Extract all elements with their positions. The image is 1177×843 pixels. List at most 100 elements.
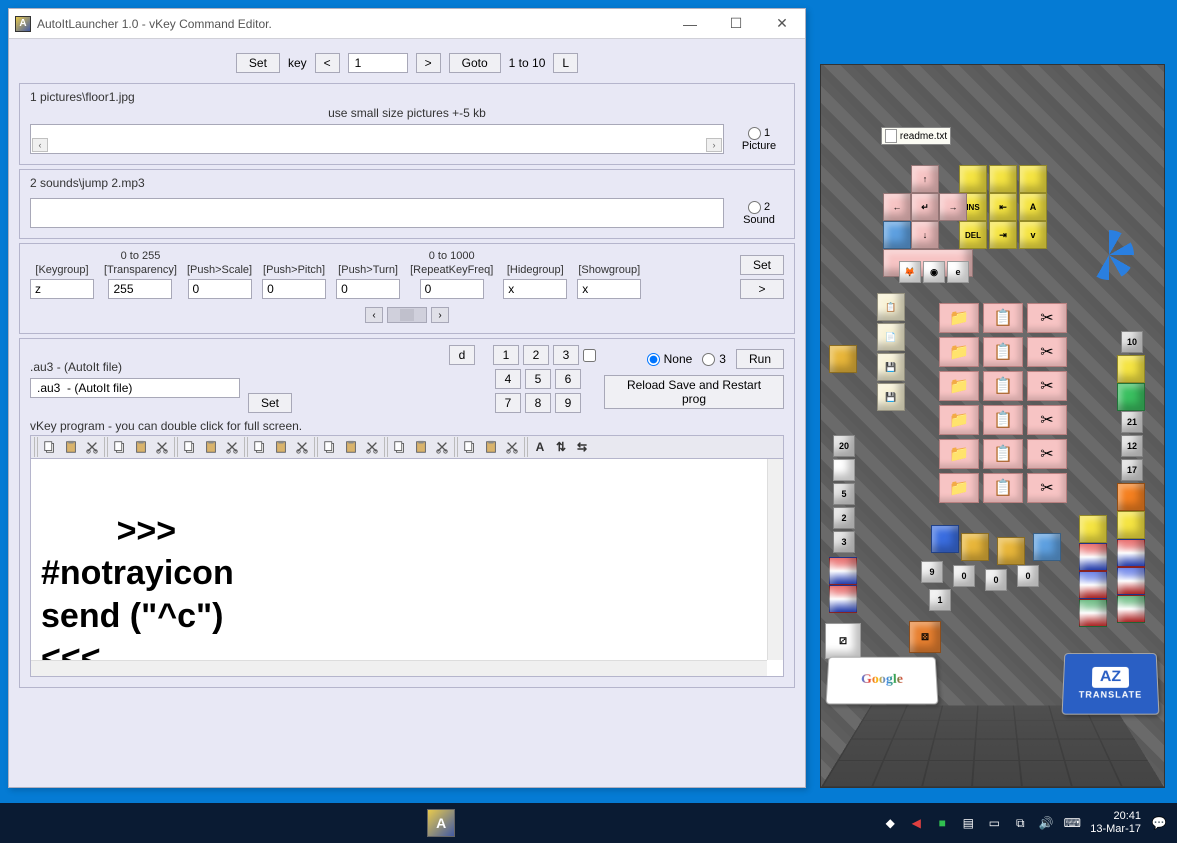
tray-green-icon[interactable]: ■ [934,815,950,831]
flag-cube[interactable] [1079,543,1107,571]
copy-icon[interactable] [460,437,480,457]
tray-notifications-icon[interactable]: 💬 [1151,815,1167,831]
paste-icon[interactable] [131,437,151,457]
cut-icon[interactable]: ✂ [1027,303,1067,333]
picture-scroll-left[interactable]: ‹ [32,138,48,152]
cut-icon[interactable] [222,437,242,457]
picture-scroll-right[interactable]: › [706,138,722,152]
num-cube-21[interactable]: 21 [1121,411,1143,433]
key-cube[interactable] [989,165,1017,193]
num-3-button[interactable]: 3 [553,345,579,365]
color-cube-lightblue[interactable] [1033,533,1061,561]
clipboard-icon[interactable]: 📋 [983,371,1023,401]
tray-shield-icon[interactable]: ◆ [882,815,898,831]
flag-cube[interactable] [829,557,857,585]
folder-icon[interactable]: 📁 [939,439,979,469]
cut-icon[interactable] [502,437,522,457]
folder-icon[interactable]: 📁 [939,371,979,401]
tool-cube[interactable]: 📋 [877,293,905,321]
folder-icon[interactable]: 📁 [939,405,979,435]
num-cube-0[interactable]: 0 [985,569,1007,591]
clipboard-icon[interactable]: 📋 [983,337,1023,367]
stack-cube-yellow[interactable] [1117,511,1145,539]
key-cube[interactable] [959,165,987,193]
cut-icon[interactable]: ✂ [1027,473,1067,503]
params-scroll-right[interactable]: › [431,307,449,323]
params-set-button[interactable]: Set [740,255,784,275]
flag-cube[interactable] [1117,595,1145,623]
goto-button[interactable]: Goto [449,53,501,73]
param-input-pushscale[interactable] [188,279,252,299]
stack-cube[interactable] [829,345,857,373]
stack-cube-yellow[interactable] [1117,355,1145,383]
clipboard-icon[interactable]: 📋 [983,473,1023,503]
ie-icon[interactable]: e [947,261,969,283]
paste-icon[interactable] [481,437,501,457]
dice-orange[interactable]: ⚄ [909,621,941,653]
num-6-button[interactable]: 6 [555,369,581,389]
arrow-right-cube[interactable]: → [939,193,967,221]
sound-radio[interactable] [748,201,761,214]
sort-icon[interactable]: ⇅ [551,437,571,457]
num-cube-10[interactable]: 10 [1121,331,1143,353]
cut-icon[interactable] [362,437,382,457]
copy-icon[interactable] [40,437,60,457]
tray-up-icon[interactable]: ◀ [908,815,924,831]
stack-cube-yellow[interactable] [1079,515,1107,543]
tray-keyboard-icon[interactable]: ⌨ [1064,815,1080,831]
cut-icon[interactable] [82,437,102,457]
run-button[interactable]: Run [736,349,784,369]
key-cube[interactable] [1019,165,1047,193]
num-cube-12[interactable]: 12 [1121,435,1143,457]
cut-icon[interactable]: ✂ [1027,439,1067,469]
param-input-showgroup[interactable] [577,279,641,299]
paste-icon[interactable] [341,437,361,457]
clipboard-icon[interactable]: 📋 [983,303,1023,333]
cut-icon[interactable] [292,437,312,457]
maximize-button[interactable]: ☐ [713,9,759,39]
key-index-input[interactable] [348,53,408,73]
stack-cube-orange[interactable] [1117,483,1145,511]
arrow-left-cube[interactable]: ← [883,193,911,221]
clipboard-icon[interactable]: 📋 [983,439,1023,469]
d-button[interactable]: d [449,345,475,365]
tray-battery-icon[interactable]: ▭ [986,815,1002,831]
picture-input[interactable]: ‹ › [30,124,724,154]
num-7-button[interactable]: 7 [495,393,521,413]
chrome-icon[interactable]: ◉ [923,261,945,283]
translate-plate[interactable]: AZ TRANSLATE [1062,653,1160,715]
paste-icon[interactable] [271,437,291,457]
taskbar[interactable]: A ◆ ◀ ■ ▤ ▭ ⧉ 🔊 ⌨ 20:41 13-Mar-17 💬 [0,803,1177,843]
firefox-icon[interactable]: 🦊 [899,261,921,283]
editor-scrollbar-horizontal[interactable] [31,660,767,676]
color-cube-yellow[interactable] [997,537,1025,565]
flag-cube[interactable] [1079,599,1107,627]
num-cube-9[interactable]: 9 [921,561,943,583]
tray-volume-icon[interactable]: 🔊 [1038,815,1054,831]
cut-icon[interactable]: ✂ [1027,337,1067,367]
param-input-pushpitch[interactable] [262,279,326,299]
params-next-button[interactable]: > [740,279,784,299]
folder-icon[interactable]: 📁 [939,337,979,367]
editor-scrollbar-vertical[interactable] [767,459,783,660]
copy-icon[interactable] [110,437,130,457]
num-cube-3[interactable]: 3 [833,531,855,553]
param-input-pushturn[interactable] [336,279,400,299]
blue-cube[interactable] [883,221,911,249]
copy-icon[interactable] [250,437,270,457]
param-input-transparency[interactable] [108,279,172,299]
cut-icon[interactable]: ✂ [1027,405,1067,435]
paste-icon[interactable] [201,437,221,457]
paste-icon[interactable] [411,437,431,457]
color-cube-blue[interactable] [931,525,959,553]
key-cube[interactable]: ⇤ [989,193,1017,221]
key-cube[interactable]: A [1019,193,1047,221]
folder-icon[interactable]: 📁 [939,473,979,503]
readme-file[interactable]: readme.txt [881,127,951,145]
num-4-button[interactable]: 4 [495,369,521,389]
clipboard-icon[interactable]: 📋 [983,405,1023,435]
params-scrollbar[interactable]: ‹ › [30,307,784,323]
script-checkbox[interactable] [583,349,596,362]
l-button[interactable]: L [553,53,578,73]
num-1-button[interactable]: 1 [493,345,519,365]
